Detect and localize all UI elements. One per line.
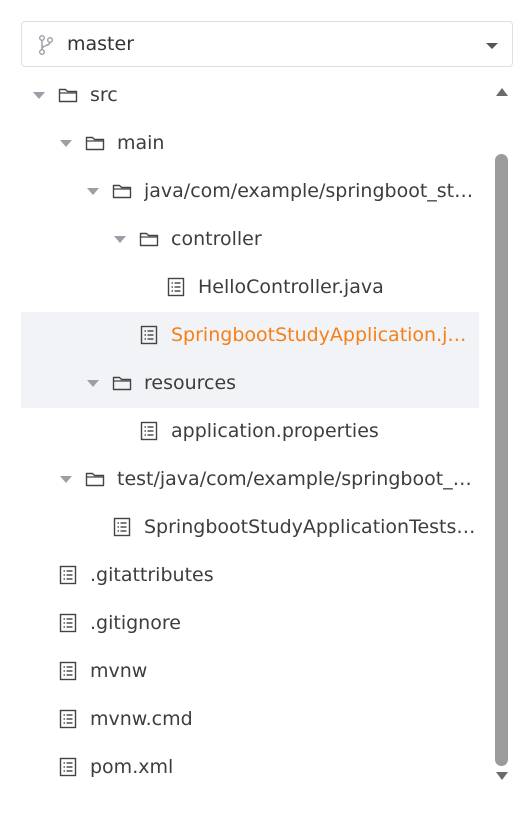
file-icon <box>58 661 78 681</box>
scroll-up-arrow-icon[interactable] <box>496 88 508 96</box>
tree-file-row[interactable]: mvnw.cmd <box>21 696 479 744</box>
file-icon <box>58 565 78 585</box>
tree-file-row[interactable]: pom.xml <box>21 744 479 792</box>
branch-name: master <box>67 33 135 55</box>
tree-item-label: pom.xml <box>90 756 174 778</box>
tree-item-label: src <box>90 84 118 106</box>
tree-file-row[interactable]: application.properties <box>21 408 479 456</box>
scroll-thumb[interactable] <box>495 154 508 766</box>
tree-item-label: mvnw.cmd <box>90 708 193 730</box>
tree-item-label: HelloController.java <box>198 276 384 298</box>
expand-toggle-icon[interactable] <box>60 140 72 147</box>
file-icon <box>58 613 78 633</box>
expand-toggle-icon[interactable] <box>60 476 72 483</box>
tree-folder-row[interactable]: main <box>21 120 479 168</box>
tree-item-label: mvnw <box>90 660 148 682</box>
tree-item-label: java/com/example/springboot_stu... <box>144 180 477 202</box>
tree-item-label: SpringbootStudyApplicationTests.j... <box>144 516 477 538</box>
folder-open-icon <box>85 469 105 489</box>
tree-item-label: resources <box>144 372 237 394</box>
tree-folder-row[interactable]: src <box>21 72 479 120</box>
tree-file-row[interactable]: HelloController.java <box>21 264 479 312</box>
tree-item-label: test/java/com/example/springboot_s... <box>117 468 477 490</box>
file-icon <box>112 517 132 537</box>
branch-selector[interactable]: master <box>21 21 513 67</box>
chevron-down-icon <box>486 43 498 49</box>
expand-toggle-icon[interactable] <box>87 380 99 387</box>
tree-item-label: .gitignore <box>90 612 181 634</box>
file-icon <box>139 421 159 441</box>
folder-open-icon <box>85 133 105 153</box>
tree-item-label: controller <box>171 228 262 250</box>
folder-open-icon <box>112 181 132 201</box>
tree-file-row[interactable]: SpringbootStudyApplication.java <box>21 312 479 360</box>
tree-file-row[interactable]: .gitattributes <box>21 552 479 600</box>
tree-item-label: application.properties <box>171 420 379 442</box>
file-icon <box>139 325 159 345</box>
file-icon <box>166 277 186 297</box>
folder-open-icon <box>139 229 159 249</box>
file-icon <box>58 757 78 777</box>
folder-open-icon <box>58 85 78 105</box>
tree-file-row[interactable]: mvnw <box>21 648 479 696</box>
folder-open-icon <box>112 373 132 393</box>
tree-folder-row[interactable]: controller <box>21 216 479 264</box>
git-branch-icon <box>39 35 53 55</box>
scroll-down-arrow-icon[interactable] <box>496 772 508 780</box>
expand-toggle-icon[interactable] <box>114 236 126 243</box>
tree-file-row[interactable]: SpringbootStudyApplicationTests.j... <box>21 504 479 552</box>
tree-item-label: SpringbootStudyApplication.java <box>171 324 477 346</box>
tree-file-row[interactable]: .gitignore <box>21 600 479 648</box>
tree-folder-row[interactable]: java/com/example/springboot_stu... <box>21 168 479 216</box>
tree-folder-row[interactable]: test/java/com/example/springboot_s... <box>21 456 479 504</box>
file-icon <box>58 709 78 729</box>
scrollbar[interactable] <box>489 80 513 790</box>
file-tree: src main java/com/example/springboot_stu..… <box>21 72 479 792</box>
tree-item-label: .gitattributes <box>90 564 214 586</box>
tree-folder-row[interactable]: resources <box>21 360 479 408</box>
expand-toggle-icon[interactable] <box>87 188 99 195</box>
expand-toggle-icon[interactable] <box>33 92 45 99</box>
tree-item-label: main <box>117 132 165 154</box>
